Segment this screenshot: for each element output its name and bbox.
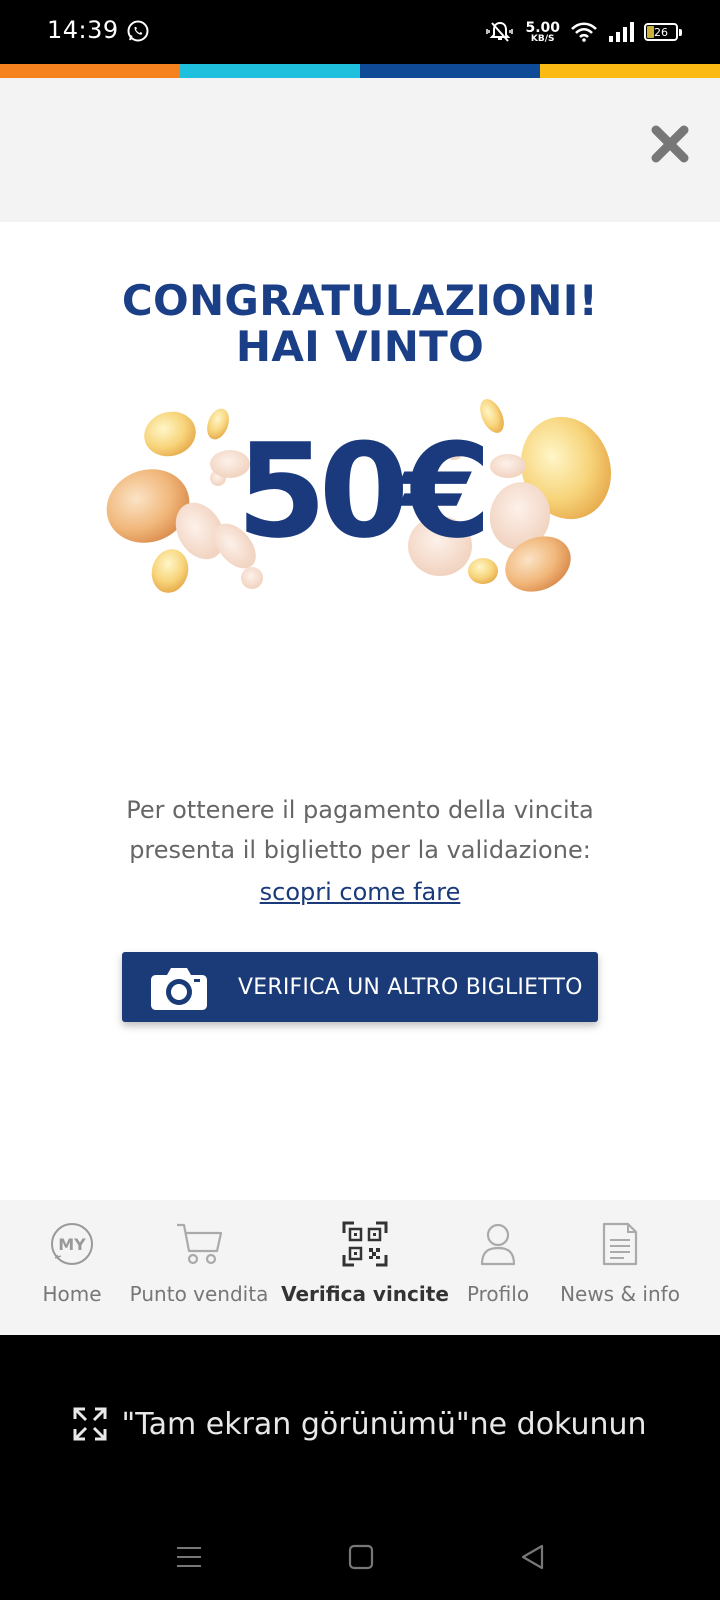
- nav-item-profile[interactable]: Profilo: [460, 1200, 536, 1335]
- status-icons: 5.00 KB/S 26: [485, 18, 682, 46]
- fullscreen-hint-text: "Tam ekran görünümü"ne dokunun: [121, 1406, 647, 1442]
- info-line-2: presenta il biglietto per la validazione…: [129, 836, 591, 864]
- verify-another-ticket-button[interactable]: VERIFICA UN ALTRO BIGLIETTO: [122, 952, 598, 1022]
- strip-segment-blue: [360, 64, 540, 78]
- headline-line-1: CONGRATULAZIONI!: [121, 276, 599, 325]
- nav-item-verify-wins[interactable]: Verifica vincite: [281, 1200, 449, 1335]
- app-screen: CONGRATULAZIONI! HAI VINTO 50€ Per otten…: [0, 78, 720, 1335]
- congratulations-headline: CONGRATULAZIONI! HAI VINTO: [0, 278, 720, 370]
- system-navigation-bar: [0, 1530, 720, 1580]
- nav-label-store: Punto vendita: [129, 1282, 269, 1306]
- nav-label-news: News & info: [560, 1282, 680, 1306]
- nav-item-home[interactable]: MY Home: [30, 1200, 114, 1335]
- how-to-link[interactable]: scopri come fare: [260, 872, 461, 912]
- verify-button-label: VERIFICA UN ALTRO BIGLIETTO: [238, 974, 583, 1000]
- whatsapp-icon: [127, 20, 149, 42]
- mute-bell-icon: [486, 21, 514, 42]
- status-time: 14:39: [47, 16, 119, 44]
- signal-icon: [609, 22, 634, 42]
- cart-icon: [177, 1223, 223, 1265]
- wifi-icon: [571, 22, 597, 42]
- expand-icon: [73, 1407, 107, 1441]
- strip-segment-cyan: [180, 64, 360, 78]
- svg-text:MY: MY: [58, 1235, 86, 1254]
- top-bar: [0, 78, 720, 222]
- home-square-icon[interactable]: [346, 1542, 376, 1572]
- network-speed: 5.00 KB/S: [525, 19, 560, 44]
- prize-amount: 50€: [236, 415, 491, 567]
- nav-label-home: Home: [42, 1282, 102, 1306]
- nav-item-news[interactable]: News & info: [556, 1200, 684, 1335]
- menu-icon[interactable]: [174, 1542, 204, 1572]
- strip-segment-yellow: [540, 64, 720, 78]
- status-bar: 14:39 5.00 KB/S 26: [0, 0, 720, 64]
- document-icon: [602, 1222, 638, 1266]
- back-icon[interactable]: [518, 1542, 548, 1572]
- info-line-1: Per ottenere il pagamento della vincita: [126, 796, 594, 824]
- user-icon: [480, 1223, 516, 1266]
- nav-item-store[interactable]: Punto vendita: [129, 1200, 269, 1335]
- payment-info: Per ottenere il pagamento della vincita …: [0, 790, 720, 912]
- strip-segment-orange: [0, 64, 180, 78]
- battery-icon: 26: [644, 23, 682, 41]
- qr-code-icon: [342, 1221, 388, 1267]
- close-icon[interactable]: [650, 124, 690, 164]
- brand-color-strip: [0, 64, 720, 78]
- nav-label-profile: Profilo: [466, 1282, 530, 1306]
- fullscreen-hint[interactable]: "Tam ekran görünümü"ne dokunun: [0, 1400, 720, 1448]
- nav-label-verify-wins: Verifica vincite: [281, 1282, 449, 1306]
- my-logo-icon: MY: [51, 1223, 93, 1265]
- headline-line-2: HAI VINTO: [235, 322, 485, 371]
- bottom-navigation: MY Home Punto vendita Verifica vincite P…: [0, 1200, 720, 1335]
- camera-icon: [151, 968, 207, 1010]
